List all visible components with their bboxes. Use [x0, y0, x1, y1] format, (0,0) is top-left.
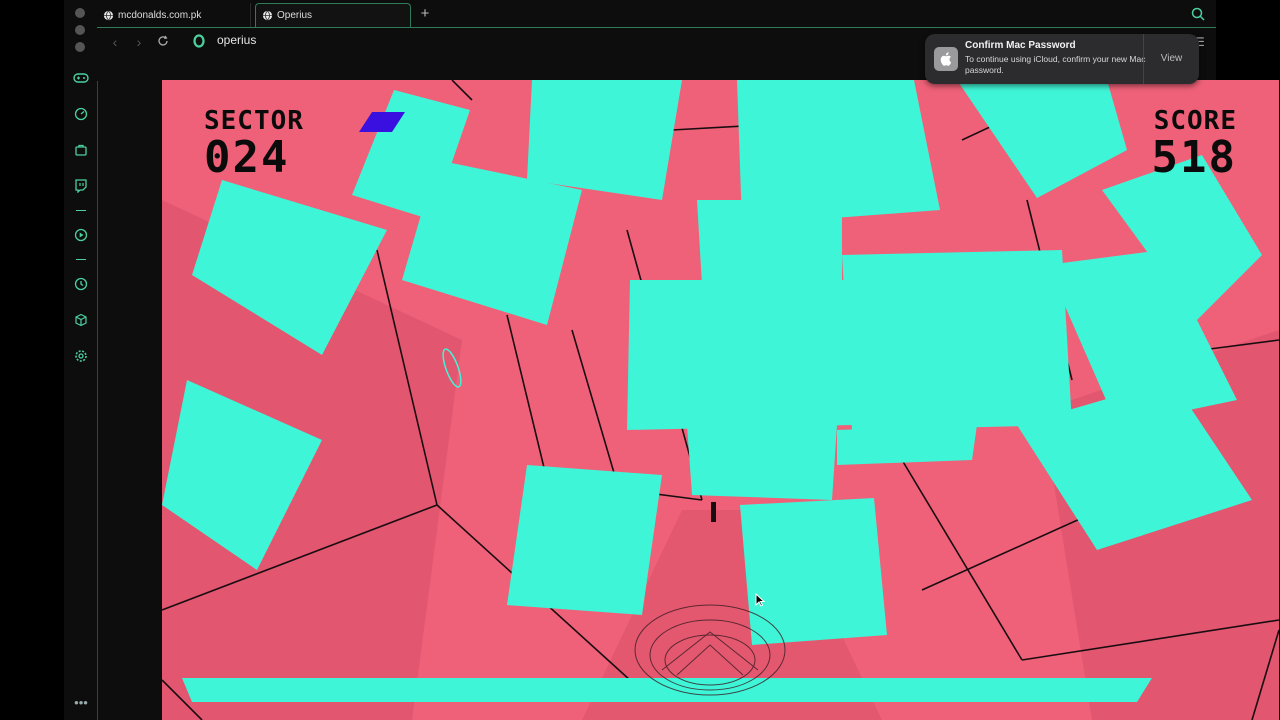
- cube-icon[interactable]: [72, 311, 90, 329]
- forward-icon[interactable]: ›: [131, 34, 147, 50]
- tile: [697, 200, 842, 285]
- new-tab-button[interactable]: +: [415, 4, 435, 24]
- notification-title: Confirm Mac Password: [965, 40, 1076, 51]
- twitch-icon[interactable]: [72, 177, 90, 195]
- back-icon[interactable]: ‹: [107, 34, 123, 50]
- tile: [627, 280, 852, 430]
- bag-icon[interactable]: [72, 141, 90, 159]
- globe-icon: [103, 10, 114, 21]
- notification-banner[interactable]: Confirm Mac Password To continue using i…: [925, 34, 1199, 84]
- sidebar-divider: [76, 210, 86, 211]
- reload-icon[interactable]: [155, 34, 171, 50]
- game-canvas[interactable]: SECTOR 024 SCORE 518: [162, 80, 1279, 720]
- gamepad-icon[interactable]: [72, 69, 90, 87]
- browser-sidebar: •••: [64, 0, 98, 720]
- tab-bar: mcdonalds.com.pk Operius +: [97, 0, 1216, 27]
- browser-window: ••• mcdonalds.com.pk Operius + ‹ › operi…: [64, 0, 1279, 720]
- notification-view-button[interactable]: View: [1144, 34, 1199, 84]
- apple-icon: [934, 47, 958, 71]
- tile: [687, 425, 837, 500]
- url-field[interactable]: operius: [217, 33, 256, 47]
- left-black-margin: [0, 0, 64, 720]
- speedometer-icon[interactable]: [72, 105, 90, 123]
- globe-icon: [262, 10, 273, 21]
- sector-display: SECTOR 024: [204, 106, 304, 180]
- opera-logo-icon: [193, 34, 205, 48]
- tile: [507, 465, 662, 615]
- sidebar-divider: [76, 259, 86, 260]
- marker: [711, 502, 716, 522]
- tab-mcdonalds[interactable]: mcdonalds.com.pk: [97, 3, 251, 27]
- search-icon[interactable]: [1190, 6, 1206, 22]
- tab-title: Operius: [277, 10, 313, 21]
- mouse-cursor-icon: [755, 593, 765, 607]
- score-value: 518: [1151, 132, 1237, 183]
- play-icon[interactable]: [72, 226, 90, 244]
- tile: [842, 250, 1072, 430]
- window-close-button[interactable]: [75, 8, 85, 18]
- window-minimize-button[interactable]: [75, 25, 85, 35]
- game-scene: [162, 80, 1279, 720]
- clock-icon[interactable]: [72, 275, 90, 293]
- score-display: SCORE 518: [1152, 106, 1237, 180]
- gear-icon[interactable]: [72, 347, 90, 365]
- notification-body: To continue using iCloud, confirm your n…: [965, 54, 1146, 75]
- tile: [740, 498, 887, 645]
- sector-value: 024: [204, 132, 290, 183]
- tile: [837, 425, 977, 465]
- more-icon[interactable]: •••: [72, 695, 90, 710]
- tile: [527, 80, 682, 200]
- window-zoom-button[interactable]: [75, 42, 85, 52]
- tab-operius[interactable]: Operius: [255, 3, 411, 27]
- floor-bar: [182, 678, 1152, 702]
- tab-title: mcdonalds.com.pk: [118, 9, 202, 21]
